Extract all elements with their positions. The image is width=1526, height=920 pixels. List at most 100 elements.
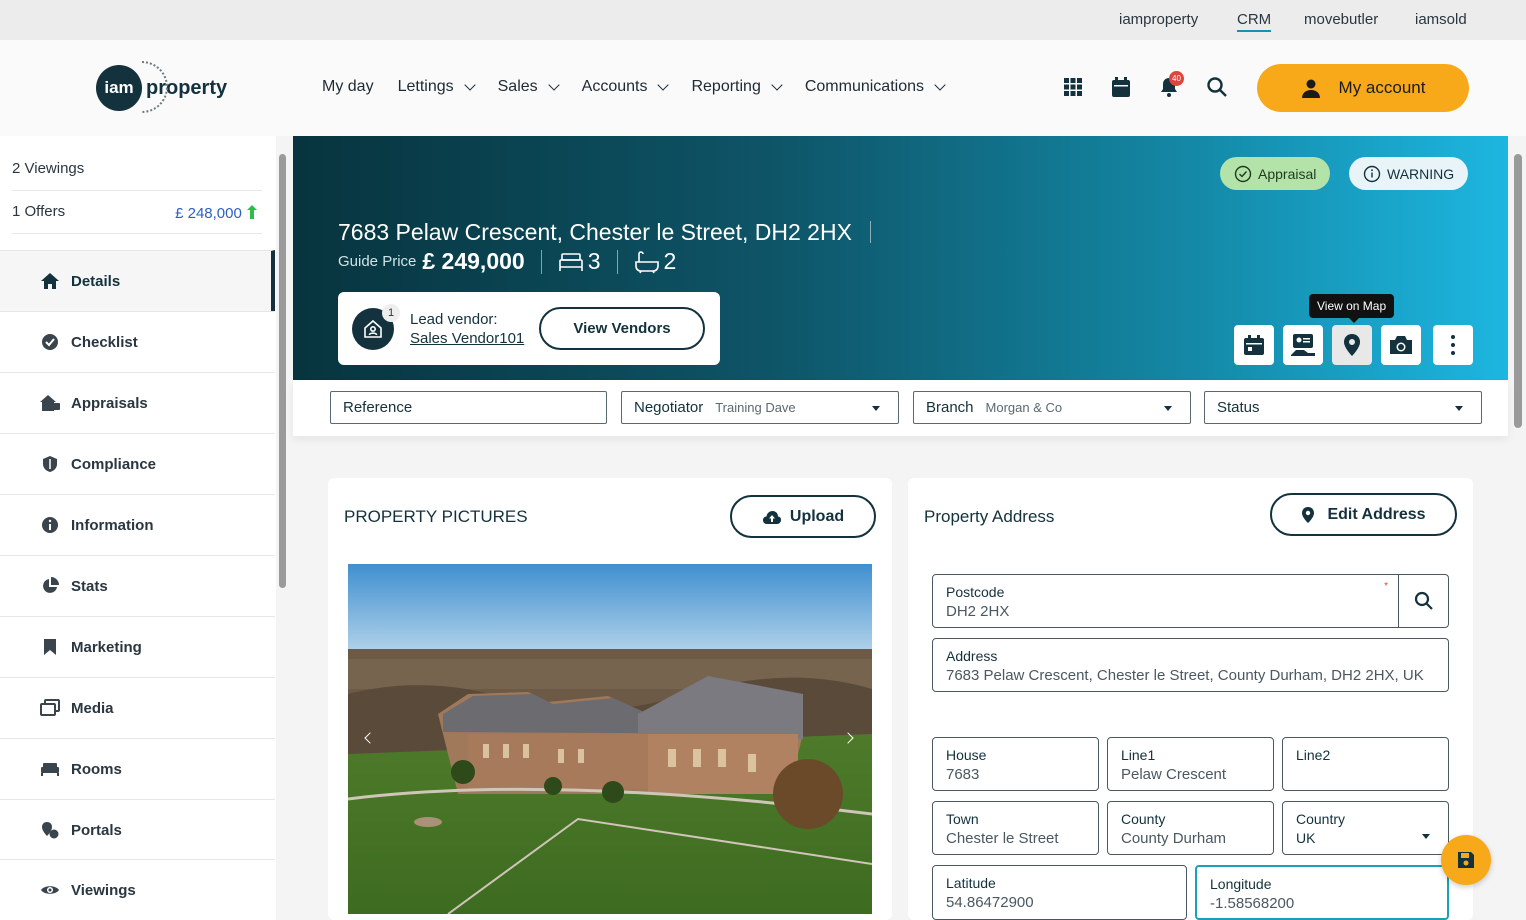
link-movebutler[interactable]: movebutler [1304,11,1378,28]
more-options-button[interactable] [1433,325,1473,365]
sidebar-item-portals[interactable]: Portals [0,799,275,860]
my-account-label: My account [1338,78,1426,97]
lead-vendor-link[interactable]: Sales Vendor101 [410,330,524,347]
appraisal-pill[interactable]: Appraisal [1220,157,1331,190]
branch-select[interactable]: Branch Morgan & Co [913,391,1191,424]
sidebar-item-appraisals[interactable]: Appraisals [0,372,275,433]
viewings-summary[interactable]: 2 Viewings [12,160,84,177]
latitude-label: Latitude [946,875,996,891]
chevron-down-icon [463,78,476,91]
sidebar-item-checklist[interactable]: Checklist [0,311,275,372]
divider [540,249,542,274]
nav-lettings[interactable]: Lettings [398,78,476,96]
link-iamproperty[interactable]: iamproperty [1119,11,1198,28]
nav-label: My day [322,78,374,95]
postcode-search-button[interactable] [1398,574,1449,628]
address-field[interactable]: Address 7683 Pelaw Crescent, Chester le … [932,638,1449,692]
map-pin-icon [1302,506,1315,523]
property-photo[interactable] [348,564,872,914]
edit-address-button[interactable]: Edit Address [1270,493,1457,536]
sidebar: 2 Viewings 1 Offers £ 248,000 Details Ch… [0,136,276,920]
caret-down-icon [1164,406,1172,411]
sidebar-scrollbar[interactable] [279,154,286,588]
offer-value: £ 248,000 [175,204,258,222]
offers-summary[interactable]: 1 Offers [12,203,65,220]
chevron-down-icon [657,78,670,91]
appraisal-label: Appraisal [1258,165,1317,182]
calendar-action-button[interactable] [1234,325,1274,365]
upload-button[interactable]: Upload [730,495,876,538]
sidebar-item-stats[interactable]: Stats [0,555,275,616]
town-label: Town [946,811,979,827]
line1-value: Pelaw Crescent [1121,766,1227,783]
longitude-value: -1.58568200 [1210,895,1295,912]
link-iamsold[interactable]: iamsold [1415,11,1467,28]
sidebar-item-label: Rooms [71,760,122,778]
latitude-field[interactable]: Latitude 54.86472900 [932,865,1187,920]
longitude-field[interactable]: Longitude -1.58568200 [1195,865,1449,920]
my-account-button[interactable]: My account [1257,64,1469,112]
camera-action-button[interactable] [1381,325,1421,365]
postcode-label: Postcode [946,584,1005,600]
nav-communications[interactable]: Communications [805,78,946,96]
page-scrollbar[interactable] [1514,154,1522,428]
reference-input[interactable]: Reference [330,391,607,424]
sidebar-item-label: Marketing [71,638,142,656]
link-crm[interactable]: CRM [1237,11,1272,32]
sidebar-item-label: Viewings [71,881,136,899]
search-icon[interactable] [1206,76,1228,98]
bed-icon [40,759,60,779]
nav-sales[interactable]: Sales [498,78,560,96]
logo[interactable]: iam property [96,61,227,113]
grid-icon[interactable] [1062,76,1084,98]
warning-pill[interactable]: WARNING [1349,157,1469,190]
county-field[interactable]: County County Durham [1107,801,1274,855]
sidebar-item-viewings[interactable]: Viewings [0,859,275,920]
valuation-action-button[interactable] [1283,325,1323,365]
eye-icon [40,880,60,900]
info-icon [40,515,60,535]
sidebar-item-marketing[interactable]: Marketing [0,616,275,677]
nav-label: Accounts [581,78,648,95]
town-field[interactable]: Town Chester le Street [932,801,1099,855]
nav-reporting[interactable]: Reporting [691,78,783,96]
sidebar-item-label: Portals [71,821,122,839]
sidebar-item-media[interactable]: Media [0,677,275,738]
check-circle-icon [1234,165,1252,182]
line2-field[interactable]: Line2 [1282,737,1449,791]
status-select[interactable]: Status [1204,391,1482,424]
sidebar-item-compliance[interactable]: Compliance [0,433,275,494]
line1-field[interactable]: Line1 Pelaw Crescent [1107,737,1274,791]
branch-value: Morgan & Co [985,400,1063,415]
property-address-title: Property Address [924,507,1055,526]
house-field[interactable]: House 7683 [932,737,1099,791]
country-label: Country [1296,811,1346,827]
negotiator-select[interactable]: Negotiator Training Dave [621,391,899,424]
required-marker: * [1384,581,1388,592]
edit-address-label: Edit Address [1327,505,1426,523]
property-hero: Appraisal WARNING 7683 Pelaw Crescent, C… [293,136,1508,380]
sidebar-item-rooms[interactable]: Rooms [0,738,275,799]
nav-my-day[interactable]: My day [322,78,374,96]
view-vendors-button[interactable]: View Vendors [539,307,705,350]
country-select[interactable]: Country UK [1282,801,1449,855]
calendar-icon[interactable] [1110,76,1132,98]
sidebar-item-label: Details [71,272,121,290]
filter-row: Reference Negotiator Training Dave Branc… [293,380,1508,436]
view-on-map-button[interactable] [1332,325,1372,365]
nav-label: Reporting [691,78,761,95]
country-value: UK [1296,830,1316,846]
sidebar-item-label: Appraisals [71,394,148,412]
sidebar-item-details[interactable]: Details [0,250,275,311]
sidebar-item-information[interactable]: Information [0,494,275,555]
check-circle-icon [40,332,60,352]
save-button[interactable] [1441,835,1491,885]
logo-mark: iam [96,65,142,111]
calendar-icon [1244,335,1264,355]
warning-label: WARNING [1387,165,1455,182]
postcode-field[interactable]: Postcode * DH2 2HX [932,574,1399,628]
latitude-value: 54.86472900 [946,894,1034,911]
nav-accounts[interactable]: Accounts [581,78,670,96]
person-card-icon [1291,334,1315,356]
home-icon [40,271,60,291]
